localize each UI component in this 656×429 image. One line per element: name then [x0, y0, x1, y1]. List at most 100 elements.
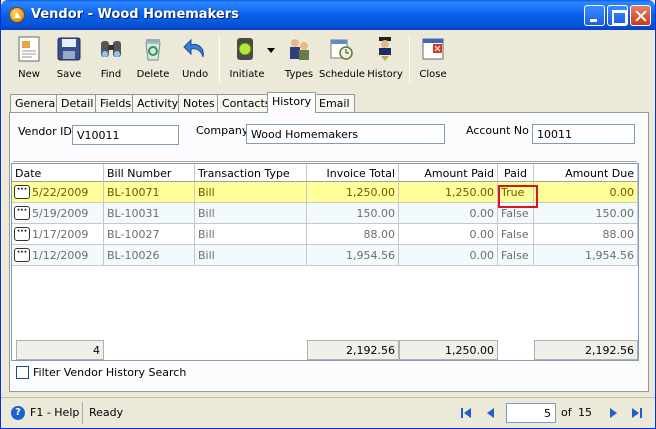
close-form-icon: [422, 38, 444, 60]
row-detail-button[interactable]: ···: [14, 206, 30, 220]
vendor-id-field[interactable]: V10011: [72, 125, 179, 145]
history-button[interactable]: History: [363, 32, 407, 86]
new-document-icon: [18, 36, 40, 62]
toolbar-separator: [219, 36, 220, 82]
col-header-transaction-type[interactable]: Transaction Type: [195, 164, 307, 182]
tab-history[interactable]: History: [267, 92, 317, 113]
row-bill-number: BL-10026: [104, 245, 195, 266]
page-number-input[interactable]: 5: [506, 403, 556, 423]
initiate-button[interactable]: Initiate: [223, 32, 271, 86]
col-header-paid[interactable]: Paid: [498, 164, 534, 182]
paid-highlight-box: [498, 185, 538, 208]
grid-totals-row: 4 2,192.56 1,250.00 2,192.56: [12, 340, 638, 360]
history-person-icon: [379, 37, 391, 61]
row-bill-number: BL-10031: [104, 203, 195, 224]
filter-history-label[interactable]: Filter Vendor History Search: [33, 366, 186, 379]
col-header-invoice-total[interactable]: Invoice Total: [307, 164, 399, 182]
next-page-icon[interactable]: [606, 406, 620, 420]
find-button[interactable]: Find: [89, 32, 133, 86]
row-amount-paid: 0.00: [399, 224, 498, 245]
row-paid: False: [498, 245, 534, 266]
traffic-light-icon: [237, 38, 253, 60]
maximize-button[interactable]: [607, 5, 628, 26]
last-page-icon[interactable]: [630, 406, 644, 420]
recycle-bin-icon: [145, 39, 161, 61]
row-detail-button[interactable]: ···: [14, 227, 30, 241]
undo-button[interactable]: Undo: [173, 32, 217, 86]
row-detail-button[interactable]: ···: [14, 185, 30, 199]
title-bar[interactable]: Vendor - Wood Homemakers: [1, 0, 655, 30]
vendor-id-label: Vendor ID: [18, 125, 72, 138]
row-bill-number: BL-10071: [104, 182, 195, 203]
company-field[interactable]: Wood Homemakers: [246, 124, 445, 144]
floppy-disk-icon: [57, 37, 81, 61]
col-header-bill-number[interactable]: Bill Number: [104, 164, 195, 182]
row-date: 1/17/2009: [32, 228, 89, 241]
window-title: Vendor - Wood Homemakers: [31, 7, 239, 22]
row-transaction-type: Bill: [195, 182, 307, 203]
row-invoice-total: 1,954.56: [307, 245, 399, 266]
table-row[interactable]: ··· 5/22/2009 BL-10071 Bill 1,250.00 1,25…: [12, 182, 638, 203]
tab-fields[interactable]: Fields: [95, 94, 137, 112]
col-header-amount-due[interactable]: Amount Due: [534, 164, 638, 182]
row-invoice-total: 150.00: [307, 203, 399, 224]
undo-arrow-icon: [183, 38, 204, 58]
toolbar: New Save Find Delete Undo Initiate Types…: [5, 32, 653, 88]
row-amount-paid: 0.00: [399, 245, 498, 266]
row-amount-paid: 1,250.00: [399, 182, 498, 203]
history-grid: Date Bill Number Transaction Type Invoic…: [11, 163, 639, 361]
initiate-dropdown-arrow-icon[interactable]: [267, 48, 275, 53]
total-pages: 15: [578, 406, 592, 419]
company-label: Company: [196, 124, 249, 137]
table-row[interactable]: ··· 1/12/2009 BL-10026 Bill 1,954.56 0.00…: [12, 245, 638, 266]
row-amount-due: 1,954.56: [534, 245, 638, 266]
app-icon: [9, 7, 25, 23]
tab-activity[interactable]: Activity: [132, 94, 184, 112]
types-button[interactable]: Types: [277, 32, 321, 86]
account-no-label: Account No: [466, 124, 529, 137]
toolbar-separator: [409, 36, 410, 82]
close-button[interactable]: Close: [411, 32, 455, 86]
table-row[interactable]: ··· 5/19/2009 BL-10031 Bill 150.00 0.00 F…: [12, 203, 638, 224]
account-no-field[interactable]: 10011: [532, 124, 635, 144]
row-amount-due: 150.00: [534, 203, 638, 224]
row-amount-due: 0.00: [534, 182, 638, 203]
total-amount-paid: 1,250.00: [399, 340, 498, 360]
delete-button[interactable]: Delete: [131, 32, 175, 86]
people-types-icon: [290, 39, 309, 60]
row-transaction-type: Bill: [195, 245, 307, 266]
tab-detail[interactable]: Detail: [56, 94, 99, 112]
grid-divider: [13, 161, 637, 162]
row-invoice-total: 88.00: [307, 224, 399, 245]
filter-history-checkbox[interactable]: [16, 366, 29, 379]
tab-email[interactable]: Email: [314, 94, 355, 112]
row-paid: False: [498, 224, 534, 245]
help-text[interactable]: F1 - Help: [30, 406, 79, 419]
table-row[interactable]: ··· 1/17/2009 BL-10027 Bill 88.00 0.00 Fa…: [12, 224, 638, 245]
save-button[interactable]: Save: [47, 32, 91, 86]
close-window-button[interactable]: [630, 5, 651, 26]
row-transaction-type: Bill: [195, 224, 307, 245]
row-detail-button[interactable]: ···: [14, 248, 30, 262]
col-header-date[interactable]: Date: [12, 164, 104, 182]
row-amount-paid: 0.00: [399, 203, 498, 224]
col-header-amount-paid[interactable]: Amount Paid: [399, 164, 498, 182]
schedule-calendar-icon: [330, 39, 353, 60]
minimize-button[interactable]: [584, 5, 605, 26]
tab-notes[interactable]: Notes: [178, 94, 220, 112]
new-button[interactable]: New: [7, 32, 51, 86]
first-page-icon[interactable]: [459, 406, 473, 420]
schedule-button[interactable]: Schedule: [319, 32, 365, 86]
row-date: 5/22/2009: [32, 186, 89, 199]
vendor-window: Vendor - Wood Homemakers New Save Find D…: [0, 0, 656, 429]
previous-page-icon[interactable]: [484, 406, 498, 420]
total-invoice: 2,192.56: [307, 340, 399, 360]
total-amount-due: 2,192.56: [534, 340, 638, 360]
row-invoice-total: 1,250.00: [307, 182, 399, 203]
status-text: Ready: [89, 406, 124, 419]
row-bill-number: BL-10027: [104, 224, 195, 245]
help-icon[interactable]: ?: [11, 406, 25, 420]
status-bar: ? F1 - Help Ready 5 of 15: [1, 397, 655, 427]
total-count: 4: [16, 340, 104, 360]
binoculars-icon: [101, 41, 121, 57]
